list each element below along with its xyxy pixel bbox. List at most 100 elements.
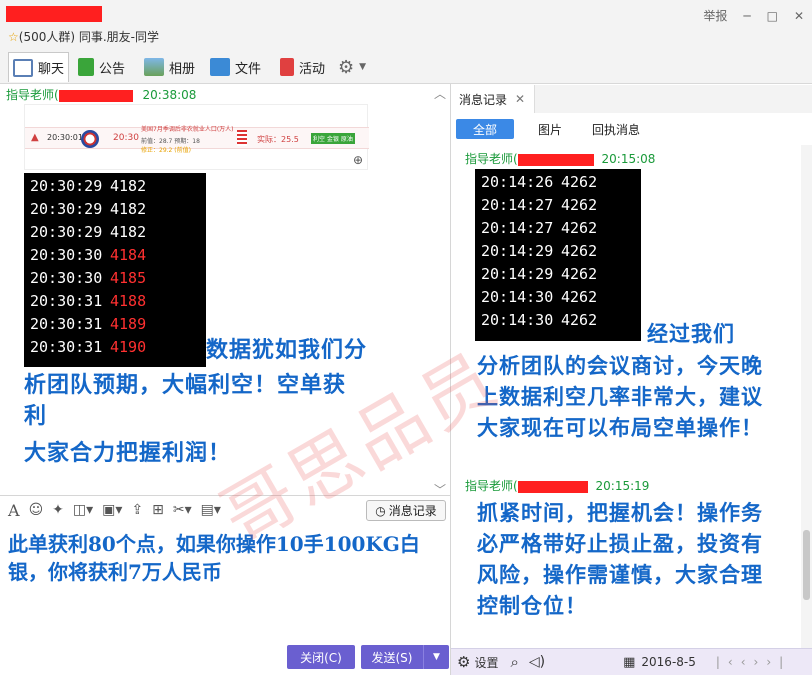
scissors-icon[interactable]: ✂▾ (173, 502, 192, 518)
red-flag-icon (280, 58, 294, 76)
tick-time: 20:14:30 (481, 311, 554, 329)
redacted-name (517, 480, 588, 493)
message-input[interactable]: 此单获利80个点，如果你操作10手100KG白银，你将获利7万人民币 (8, 530, 448, 586)
tick-row: 20:30:29 4182 (24, 221, 206, 244)
message-text-tail: 数据犹如我们分 (206, 337, 368, 363)
tick-price: 4262 (561, 242, 598, 260)
speaker-icon[interactable]: ◁) (529, 654, 545, 670)
close-button[interactable]: ✕ (794, 9, 804, 23)
tick-time: 20:14:30 (481, 288, 554, 306)
gear-icon[interactable]: ⚙ (457, 653, 470, 671)
message-text: 分析团队的会议商讨，今天晚上数据利空几率非常大，建议大家现在可以布局空单操作！ (477, 353, 763, 440)
image-icon[interactable]: ▣▾ (102, 502, 122, 518)
filter-image[interactable]: 图片 (538, 119, 562, 139)
bar-icon (237, 130, 247, 146)
tick-price: 4262 (561, 288, 598, 306)
group-info: ☆(500人群) 同事.朋友-同学 (8, 30, 159, 44)
folder-icon (210, 58, 230, 76)
settings-menu[interactable]: ⚙ ▼ (338, 52, 366, 82)
close-chat-button[interactable]: 关闭(C) (287, 645, 355, 669)
tick-row: 20:30:31 4190 (24, 336, 206, 359)
close-icon[interactable]: ✕ (515, 92, 525, 106)
history-scrollbar[interactable] (801, 145, 812, 648)
filter-receipt[interactable]: 回执消息 (592, 119, 640, 139)
emoji-icon[interactable]: ☺ (29, 502, 44, 518)
message-text-tail: 经过我们 (647, 321, 735, 346)
tick-price: 4189 (110, 315, 147, 333)
redacted-name (517, 153, 594, 166)
tick-row: 20:14:29 4262 (475, 263, 641, 286)
tick-row: 20:14:30 4262 (475, 286, 641, 309)
redacted-name (58, 89, 133, 102)
tick-price: 4188 (110, 292, 147, 310)
tick-price-image[interactable]: 20:30:29 4182 20:30:29 4182 20:30:29 4182 20:3… (24, 173, 206, 367)
tick-price: 4262 (561, 196, 598, 214)
tab-activity[interactable]: 活动 (280, 52, 325, 82)
tab-notice[interactable]: 公告 (78, 52, 125, 82)
filter-all[interactable]: 全部 (456, 119, 514, 139)
send-options-button[interactable]: ▼ (423, 645, 449, 669)
tick-row: 20:14:27 4262 (475, 217, 641, 240)
report-button[interactable]: 举报 (703, 7, 727, 24)
tick-row: 20:30:31 4189 (24, 313, 206, 336)
tick-time: 20:30:29 (30, 223, 103, 241)
font-icon[interactable]: A (8, 501, 20, 520)
minimize-button[interactable]: ─ (743, 9, 750, 23)
tick-time: 20:30:31 (30, 292, 103, 310)
message-log-button[interactable]: ◷ 消息记录 (366, 500, 446, 521)
tick-price: 4182 (110, 223, 147, 241)
more-icon[interactable]: ▤▾ (201, 502, 221, 518)
tick-time: 20:14:27 (481, 196, 554, 214)
tab-message-history[interactable]: 消息记录 ✕ (451, 85, 535, 113)
economic-data-card[interactable]: ▲ 20:30:01 20:30 美国7月季调后非农就业人口(万人) 前值：28… (24, 104, 369, 170)
search-icon[interactable]: ⌕ (510, 653, 518, 671)
tick-price-image[interactable]: 20:14:26 4262 20:14:27 4262 20:14:27 4262 20:1… (475, 169, 641, 341)
us-flag-icon (81, 130, 99, 148)
magic-icon[interactable]: ✦ (52, 502, 64, 518)
tick-row: 20:14:29 4262 (475, 240, 641, 263)
upload-icon[interactable]: ⇪ (131, 502, 143, 518)
photo-icon (144, 58, 164, 76)
maximize-button[interactable]: □ (767, 9, 778, 23)
zoom-icon[interactable]: ⊕ (353, 153, 363, 167)
tick-price: 4185 (110, 269, 147, 287)
tick-row: 20:30:29 4182 (24, 175, 206, 198)
collapse-up-icon[interactable]: ︿ (434, 85, 446, 102)
tick-price: 4262 (561, 265, 598, 283)
tab-file[interactable]: 文件 (210, 52, 261, 82)
chat-area: 指导老师( 20:38:08 ︿ ▲ 20:30:01 20:30 美国7月季调… (0, 85, 450, 495)
tab-chat[interactable]: 聊天 (8, 52, 70, 82)
redacted-title (6, 6, 102, 22)
pager-icons[interactable]: |‹‹››| (716, 655, 791, 669)
message-text-line: 大家合力把握利润！ (24, 440, 232, 466)
tick-time: 20:14:26 (481, 173, 554, 191)
tick-time: 20:30:31 (30, 315, 103, 333)
tick-price: 4182 (110, 177, 147, 195)
tick-price: 4262 (561, 219, 598, 237)
tab-album[interactable]: 相册 (144, 52, 195, 82)
history-list: 指导老师( 20:15:08 20:14:26 4262 20:14:27 4262 2… (451, 145, 801, 648)
window-controls: 举报 ─ □ ✕ (703, 7, 804, 24)
tick-time: 20:14:29 (481, 242, 554, 260)
main-toolbar: 聊天 公告 相册 文件 活动 ⚙ ▼ (0, 48, 812, 84)
send-button[interactable]: 发送(S) (361, 645, 423, 669)
clock-icon: ◷ (375, 503, 386, 518)
tick-row: 20:14:26 4262 (475, 171, 641, 194)
tick-time: 20:30:30 (30, 269, 103, 287)
tick-row: 20:14:27 4262 (475, 194, 641, 217)
collapse-down-icon[interactable]: ﹀ (434, 481, 446, 495)
settings-button[interactable]: 设置 (474, 654, 498, 671)
chevron-down-icon: ▼ (359, 62, 367, 72)
tick-price: 4262 (561, 173, 598, 191)
shake-icon[interactable]: ◫▾ (73, 502, 93, 518)
calendar-icon[interactable]: ▦ (623, 655, 635, 670)
tick-time: 20:14:29 (481, 265, 554, 283)
tick-row: 20:30:29 4182 (24, 198, 206, 221)
message-text-line: 利 (24, 403, 48, 429)
history-filters: 全部 图片 回执消息 (451, 113, 812, 145)
tick-time: 20:30:29 (30, 177, 103, 195)
tick-price: 4190 (110, 338, 147, 356)
flag-icon (78, 58, 94, 76)
scroll-thumb[interactable] (803, 530, 810, 600)
gift-icon[interactable]: ⊞ (152, 502, 164, 518)
